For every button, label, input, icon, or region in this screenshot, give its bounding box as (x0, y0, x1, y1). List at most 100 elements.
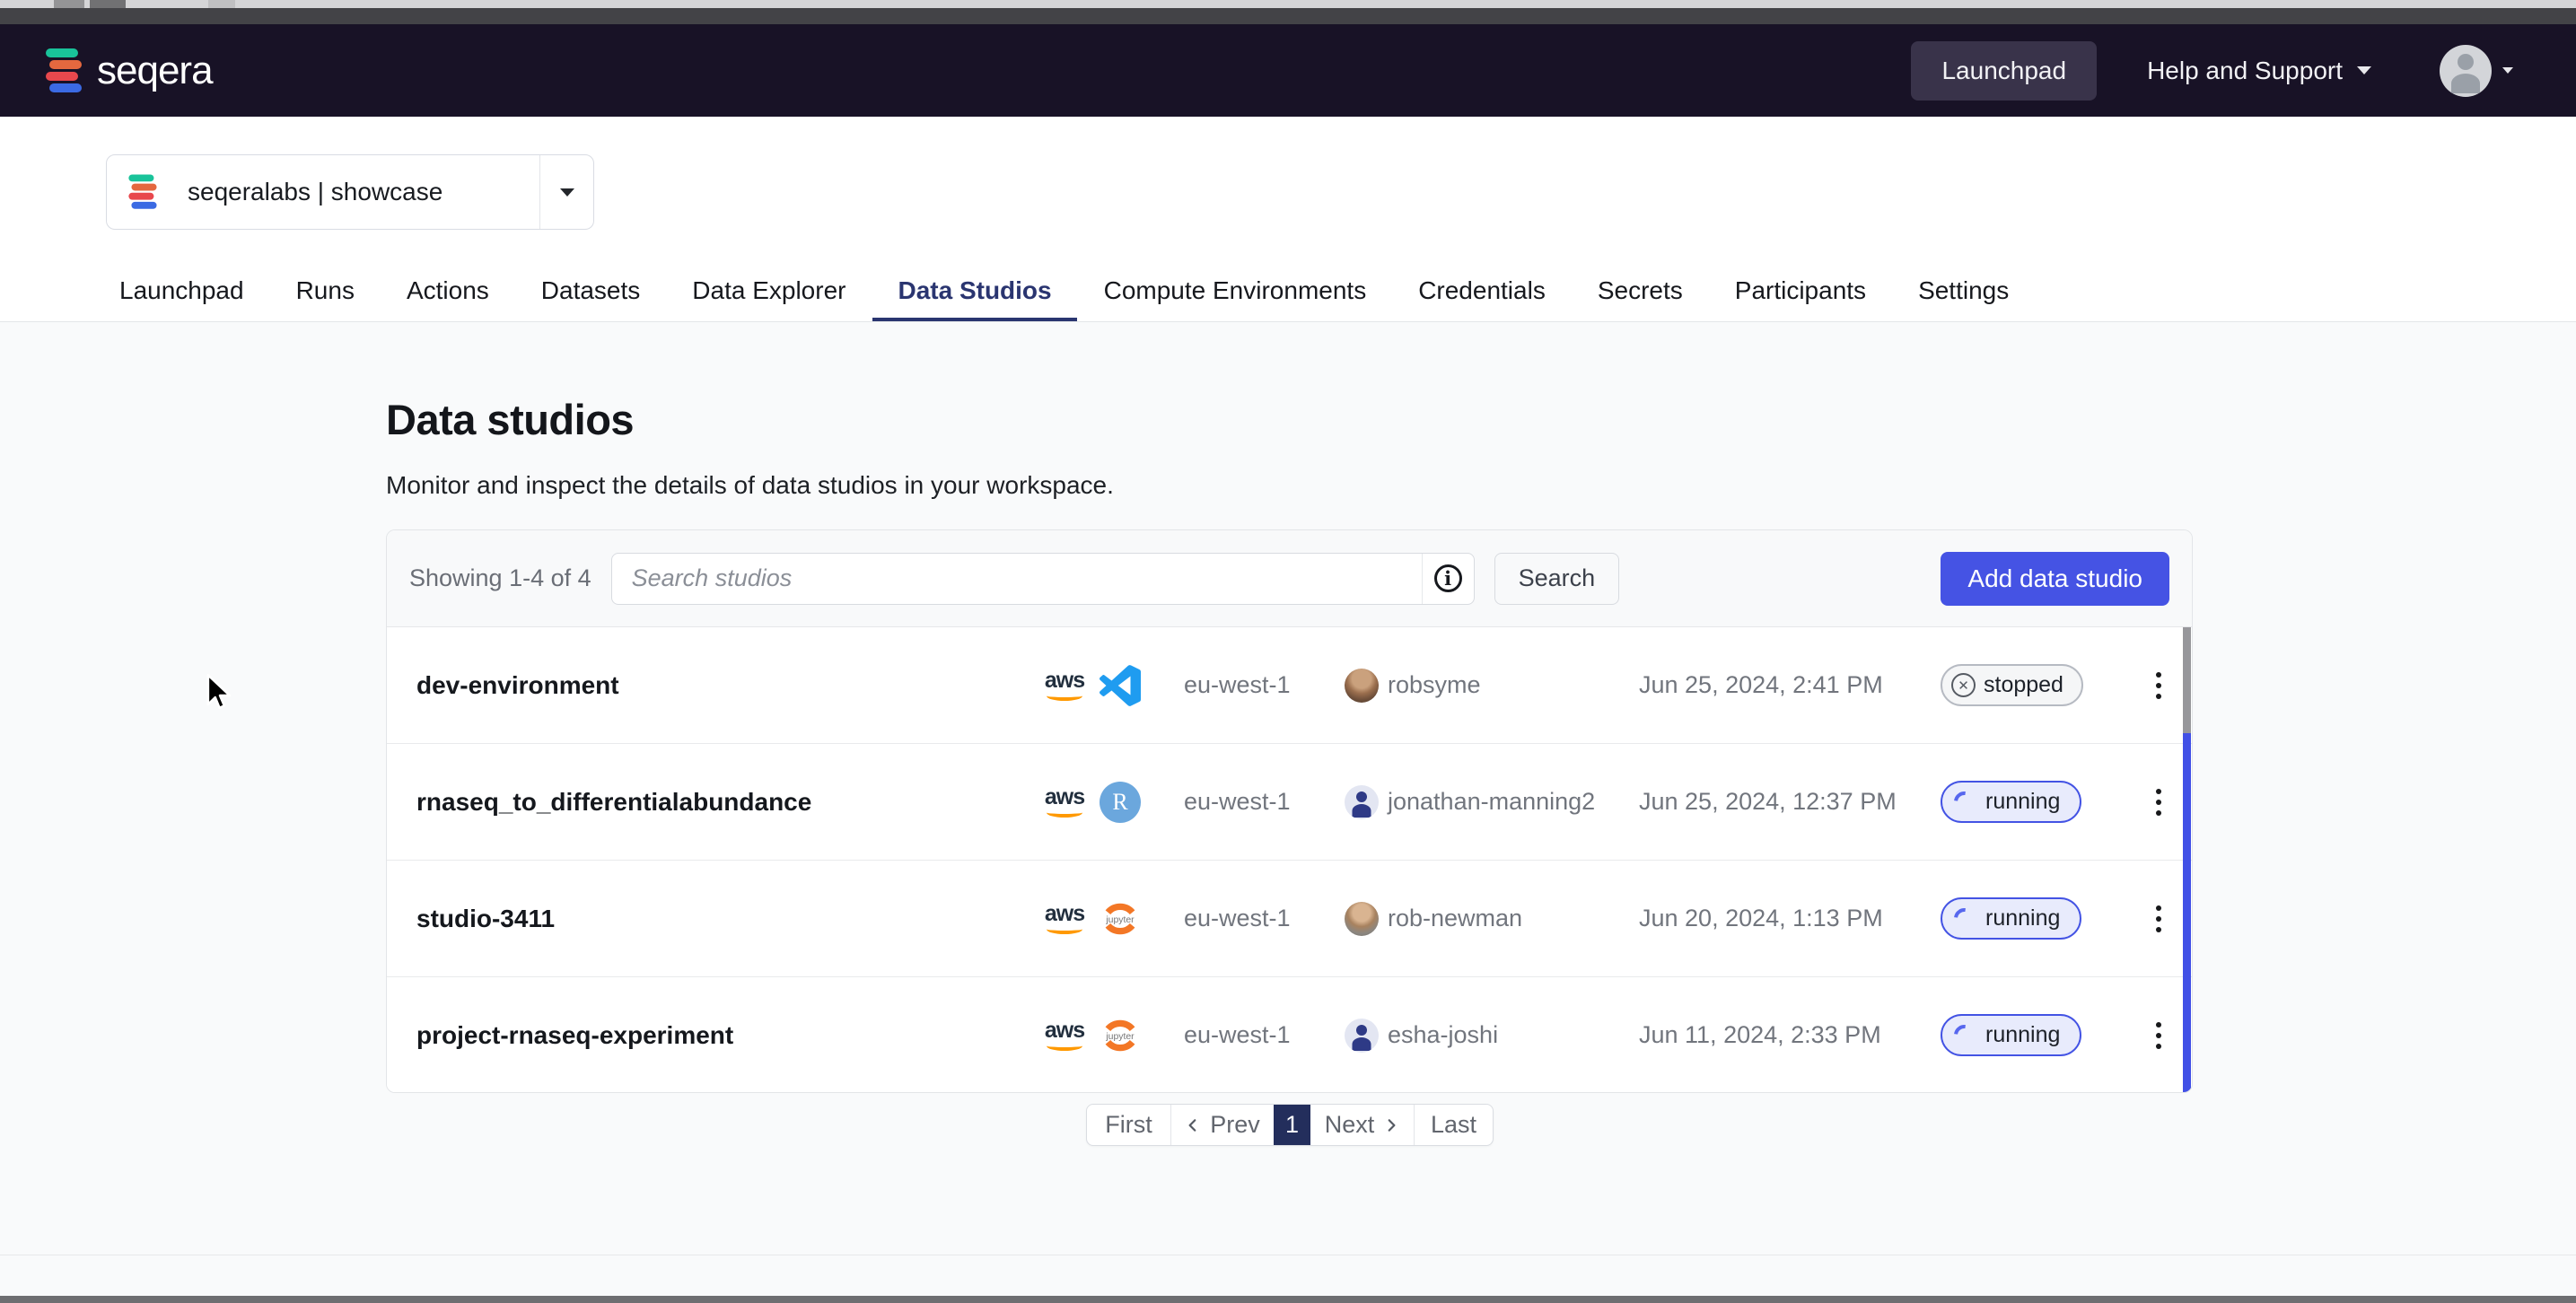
pagination-first[interactable]: First (1087, 1105, 1170, 1145)
tab-data-studios[interactable]: Data Studios (872, 260, 1076, 321)
table-row[interactable]: dev-environment aws eu-west-1 robsyme Ju… (387, 627, 2192, 744)
search-button[interactable]: Search (1494, 553, 1620, 605)
tabs-divider (0, 321, 2576, 322)
search-info-button[interactable]: i (1422, 554, 1474, 604)
row-menu-button[interactable] (2141, 667, 2177, 704)
status-badge-running: running (1941, 781, 2081, 823)
search-input[interactable] (612, 564, 1422, 592)
created-date: Jun 20, 2024, 1:13 PM (1639, 905, 1941, 932)
pagination-current-page[interactable]: 1 (1274, 1105, 1310, 1145)
pagination-next[interactable]: Next (1310, 1105, 1414, 1145)
spinner-icon (1950, 787, 1978, 816)
user-avatar (1345, 785, 1379, 819)
tab-compute-environments[interactable]: Compute Environments (1079, 260, 1392, 321)
chevron-right-icon (1383, 1117, 1399, 1133)
created-date: Jun 11, 2024, 2:33 PM (1639, 1021, 1941, 1049)
jupyter-icon: jupyter (1100, 1015, 1141, 1056)
svg-text:jupyter: jupyter (1105, 915, 1135, 925)
created-date: Jun 25, 2024, 12:37 PM (1639, 788, 1941, 816)
studio-name: project-rnaseq-experiment (387, 1021, 1040, 1050)
data-studios-table-card: Showing 1-4 of 4 i Search Add data studi… (386, 529, 2193, 1093)
aws-icon: aws (1040, 1019, 1089, 1051)
jupyter-icon: jupyter (1100, 898, 1141, 940)
help-and-support-menu[interactable]: Help and Support (2147, 57, 2371, 85)
help-and-support-label: Help and Support (2147, 57, 2343, 85)
created-date: Jun 25, 2024, 2:41 PM (1639, 671, 1941, 699)
chevron-left-icon (1185, 1117, 1201, 1133)
tab-actions[interactable]: Actions (381, 260, 514, 321)
browser-edge-mark (54, 0, 84, 8)
pagination-last[interactable]: Last (1414, 1105, 1493, 1145)
spinner-icon (1950, 904, 1978, 932)
launchpad-button[interactable]: Launchpad (1911, 41, 2097, 101)
tab-secrets[interactable]: Secrets (1573, 260, 1708, 321)
region-label: eu-west-1 (1184, 788, 1345, 816)
chevron-down-icon (560, 188, 574, 197)
svg-text:jupyter: jupyter (1105, 1032, 1135, 1042)
mouse-cursor (199, 671, 237, 719)
workspace-selector-label: seqeralabs | showcase (188, 178, 442, 206)
browser-toolbar-edge (0, 8, 2576, 24)
user-name: esha-joshi (1388, 1021, 1498, 1049)
table-row[interactable]: rnaseq_to_differentialabundance aws R eu… (387, 744, 2192, 861)
vscode-icon (1100, 665, 1141, 706)
info-icon: i (1434, 564, 1462, 592)
pagination: First Prev 1 Next Last (1086, 1104, 1494, 1146)
row-menu-button[interactable] (2141, 1017, 2177, 1054)
seqera-logo-text: seqera (97, 48, 213, 93)
studio-name: rnaseq_to_differentialabundance (387, 788, 1040, 817)
chevron-down-icon (2357, 66, 2371, 74)
page-title: Data studios (386, 395, 634, 444)
row-menu-button[interactable] (2141, 783, 2177, 821)
aws-icon: aws (1040, 903, 1089, 934)
scrollbar-thumb[interactable] (2183, 627, 2191, 733)
tab-settings[interactable]: Settings (1893, 260, 2034, 321)
chevron-down-icon (2502, 67, 2513, 74)
region-label: eu-west-1 (1184, 671, 1345, 699)
status-badge-running: running (1941, 897, 2081, 940)
stopped-icon: ✕ (1951, 673, 1976, 697)
row-menu-button[interactable] (2141, 900, 2177, 938)
browser-edge-mark (90, 0, 126, 8)
tab-data-explorer[interactable]: Data Explorer (667, 260, 871, 321)
table-toolbar: Showing 1-4 of 4 i Search Add data studi… (387, 530, 2192, 627)
showing-count-text: Showing 1-4 of 4 (409, 564, 591, 592)
page-subtitle: Monitor and inspect the details of data … (386, 471, 1114, 500)
studio-name: dev-environment (387, 671, 1040, 700)
workspace-selector-caret[interactable] (539, 155, 593, 229)
browser-edge-mark (208, 0, 235, 8)
seqera-logo-icon (43, 48, 83, 94)
scrollbar-indicator[interactable] (2183, 733, 2191, 1093)
spinner-icon (1950, 1020, 1978, 1049)
search-input-group: i (611, 553, 1475, 605)
user-avatar (1345, 902, 1379, 936)
browser-bottom-edge (0, 1296, 2576, 1303)
tab-launchpad[interactable]: Launchpad (94, 260, 269, 321)
studio-name: studio-3411 (387, 905, 1040, 933)
user-name: jonathan-manning2 (1388, 788, 1595, 816)
seqera-logo[interactable]: seqera (43, 48, 213, 94)
tab-credentials[interactable]: Credentials (1393, 260, 1571, 321)
user-name: rob-newman (1388, 905, 1522, 932)
table-row[interactable]: studio-3411 aws jupyter eu-west-1 rob-ne… (387, 861, 2192, 977)
top-navbar: seqera Launchpad Help and Support (0, 24, 2576, 117)
pagination-prev[interactable]: Prev (1170, 1105, 1274, 1145)
aws-icon: aws (1040, 786, 1089, 818)
tab-participants[interactable]: Participants (1710, 260, 1891, 321)
user-avatar (1345, 669, 1379, 703)
workspace-tabs: Launchpad Runs Actions Datasets Data Exp… (0, 260, 2576, 321)
tab-runs[interactable]: Runs (271, 260, 380, 321)
user-menu[interactable] (2440, 45, 2513, 97)
table-row[interactable]: project-rnaseq-experiment aws jupyter eu… (387, 977, 2192, 1093)
status-badge-running: running (1941, 1014, 2081, 1056)
rstudio-icon: R (1100, 782, 1141, 823)
user-avatar (1345, 1019, 1379, 1053)
add-data-studio-button[interactable]: Add data studio (1941, 552, 2169, 606)
browser-top-edge (0, 0, 2576, 8)
user-name: robsyme (1388, 671, 1481, 699)
workspace-org-icon (127, 174, 157, 211)
region-label: eu-west-1 (1184, 905, 1345, 932)
tab-datasets[interactable]: Datasets (516, 260, 666, 321)
workspace-selector[interactable]: seqeralabs | showcase (106, 154, 594, 230)
user-avatar-icon (2440, 45, 2492, 97)
